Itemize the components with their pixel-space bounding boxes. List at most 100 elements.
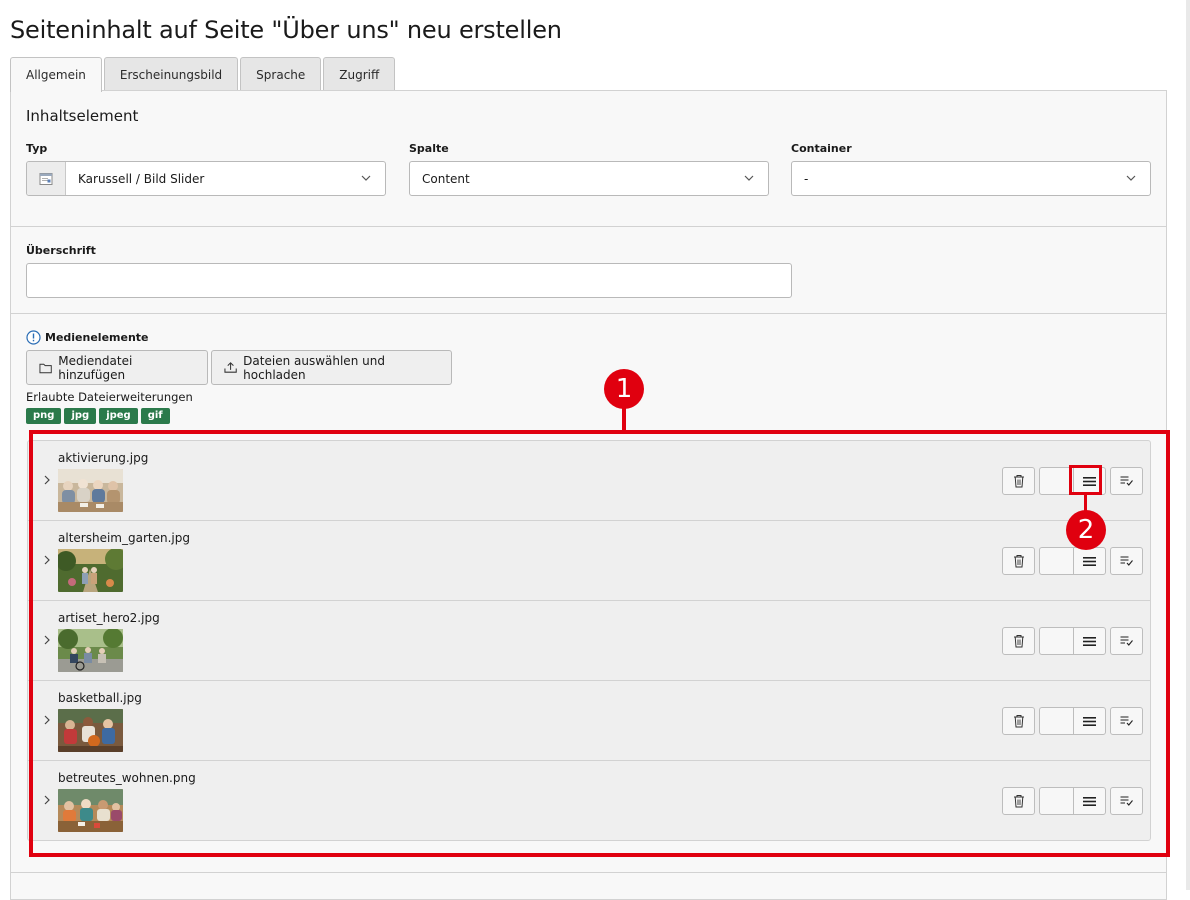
file-thumbnail bbox=[58, 629, 123, 672]
chevron-right-icon[interactable] bbox=[42, 714, 52, 726]
trash-icon bbox=[1013, 555, 1024, 568]
allowed-extensions: png jpg jpeg gif bbox=[26, 408, 170, 424]
drag-handle-icon bbox=[1083, 556, 1096, 566]
list-check-icon bbox=[1120, 556, 1133, 566]
allowed-extensions-label: Erlaubte Dateierweiterungen bbox=[26, 390, 193, 404]
drag-handle-button[interactable] bbox=[1073, 467, 1106, 495]
list-item: basketball.jpg bbox=[28, 681, 1150, 761]
extension-badge: png bbox=[26, 408, 62, 424]
upload-icon bbox=[224, 362, 237, 373]
divider bbox=[11, 872, 1166, 873]
divider bbox=[11, 313, 1166, 314]
file-actions bbox=[1002, 467, 1143, 495]
chevron-right-icon[interactable] bbox=[42, 474, 52, 486]
file-name: aktivierung.jpg bbox=[58, 451, 149, 465]
list-item: altersheim_garten.jpg bbox=[28, 521, 1150, 601]
visibility-toggle-button[interactable] bbox=[1039, 707, 1073, 735]
file-actions bbox=[1002, 547, 1143, 575]
file-actions bbox=[1002, 787, 1143, 815]
delete-button[interactable] bbox=[1002, 547, 1035, 575]
upload-files-button[interactable]: Dateien auswählen und hochladen bbox=[211, 350, 452, 385]
page-title: Seiteninhalt auf Seite "Über uns" neu er… bbox=[10, 16, 562, 44]
list-check-icon bbox=[1120, 476, 1133, 486]
list-check-icon bbox=[1120, 716, 1133, 726]
file-thumbnail bbox=[58, 789, 123, 832]
chevron-down-icon bbox=[1126, 175, 1136, 181]
visibility-toggle-button[interactable] bbox=[1039, 467, 1073, 495]
add-media-button[interactable]: Mediendatei hinzufügen bbox=[26, 350, 208, 385]
chevron-right-icon[interactable] bbox=[42, 554, 52, 566]
file-actions bbox=[1002, 627, 1143, 655]
section-title-content-element: Inhaltselement bbox=[26, 107, 139, 125]
info-icon bbox=[26, 330, 41, 345]
media-file-list: aktivierung.jpg altersheim_garten.jpg ar… bbox=[27, 440, 1151, 841]
upload-files-button-label: Dateien auswählen und hochladen bbox=[243, 353, 385, 382]
extension-badge: gif bbox=[140, 408, 170, 424]
trash-icon bbox=[1013, 795, 1024, 808]
type-select-value: Karussell / Bild Slider bbox=[78, 171, 205, 186]
drag-handle-button[interactable] bbox=[1073, 627, 1106, 655]
container-select-value: - bbox=[804, 171, 809, 186]
list-item: betreutes_wohnen.png bbox=[28, 761, 1150, 841]
chevron-right-icon[interactable] bbox=[42, 634, 52, 646]
divider bbox=[11, 226, 1166, 227]
file-name: altersheim_garten.jpg bbox=[58, 531, 190, 545]
file-thumbnail bbox=[58, 709, 123, 752]
list-check-icon bbox=[1120, 796, 1133, 806]
header-input[interactable] bbox=[26, 263, 792, 298]
edit-metadata-button[interactable] bbox=[1110, 467, 1143, 495]
delete-button[interactable] bbox=[1002, 787, 1035, 815]
drag-handle-icon bbox=[1083, 636, 1096, 646]
type-select[interactable]: Karussell / Bild Slider bbox=[26, 161, 386, 196]
visibility-toggle-button[interactable] bbox=[1039, 787, 1073, 815]
drag-handle-button[interactable] bbox=[1073, 707, 1106, 735]
drag-handle-icon bbox=[1083, 716, 1096, 726]
add-media-button-label: Mediendatei hinzufügen bbox=[58, 353, 133, 382]
extension-badge: jpg bbox=[64, 408, 97, 424]
tab-zugriff[interactable]: Zugriff bbox=[323, 57, 396, 91]
file-name: betreutes_wohnen.png bbox=[58, 771, 196, 785]
column-label: Spalte bbox=[409, 142, 449, 155]
type-label: Typ bbox=[26, 142, 48, 155]
list-item: artiset_hero2.jpg bbox=[28, 601, 1150, 681]
trash-icon bbox=[1013, 635, 1024, 648]
container-label: Container bbox=[791, 142, 852, 155]
column-select[interactable]: Content bbox=[409, 161, 769, 196]
scrollbar[interactable] bbox=[1186, 0, 1190, 890]
chevron-down-icon bbox=[361, 175, 371, 181]
list-item: aktivierung.jpg bbox=[28, 441, 1150, 521]
content-element-icon bbox=[27, 162, 66, 195]
file-name: artiset_hero2.jpg bbox=[58, 611, 160, 625]
extension-badge: jpeg bbox=[99, 408, 138, 424]
chevron-right-icon[interactable] bbox=[42, 794, 52, 806]
file-actions bbox=[1002, 707, 1143, 735]
media-label: Medienelemente bbox=[45, 331, 149, 344]
visibility-toggle-button[interactable] bbox=[1039, 627, 1073, 655]
chevron-down-icon bbox=[744, 175, 754, 181]
folder-icon bbox=[39, 363, 52, 373]
trash-icon bbox=[1013, 715, 1024, 728]
drag-handle-icon bbox=[1083, 476, 1096, 486]
file-thumbnail bbox=[58, 469, 123, 512]
column-select-value: Content bbox=[422, 171, 470, 186]
edit-metadata-button[interactable] bbox=[1110, 787, 1143, 815]
delete-button[interactable] bbox=[1002, 707, 1035, 735]
drag-handle-button[interactable] bbox=[1073, 547, 1106, 575]
media-heading: Medienelemente bbox=[26, 330, 149, 345]
visibility-toggle-button[interactable] bbox=[1039, 547, 1073, 575]
file-thumbnail bbox=[58, 549, 123, 592]
container-select[interactable]: - bbox=[791, 161, 1151, 196]
tab-allgemein[interactable]: Allgemein bbox=[10, 57, 102, 92]
tab-erscheinungsbild[interactable]: Erscheinungsbild bbox=[103, 57, 239, 91]
list-check-icon bbox=[1120, 636, 1133, 646]
edit-metadata-button[interactable] bbox=[1110, 627, 1143, 655]
file-name: basketball.jpg bbox=[58, 691, 142, 705]
drag-handle-icon bbox=[1083, 796, 1096, 806]
edit-metadata-button[interactable] bbox=[1110, 707, 1143, 735]
header-label: Überschrift bbox=[26, 244, 96, 257]
drag-handle-button[interactable] bbox=[1073, 787, 1106, 815]
tab-sprache[interactable]: Sprache bbox=[240, 57, 322, 91]
edit-metadata-button[interactable] bbox=[1110, 547, 1143, 575]
delete-button[interactable] bbox=[1002, 627, 1035, 655]
delete-button[interactable] bbox=[1002, 467, 1035, 495]
